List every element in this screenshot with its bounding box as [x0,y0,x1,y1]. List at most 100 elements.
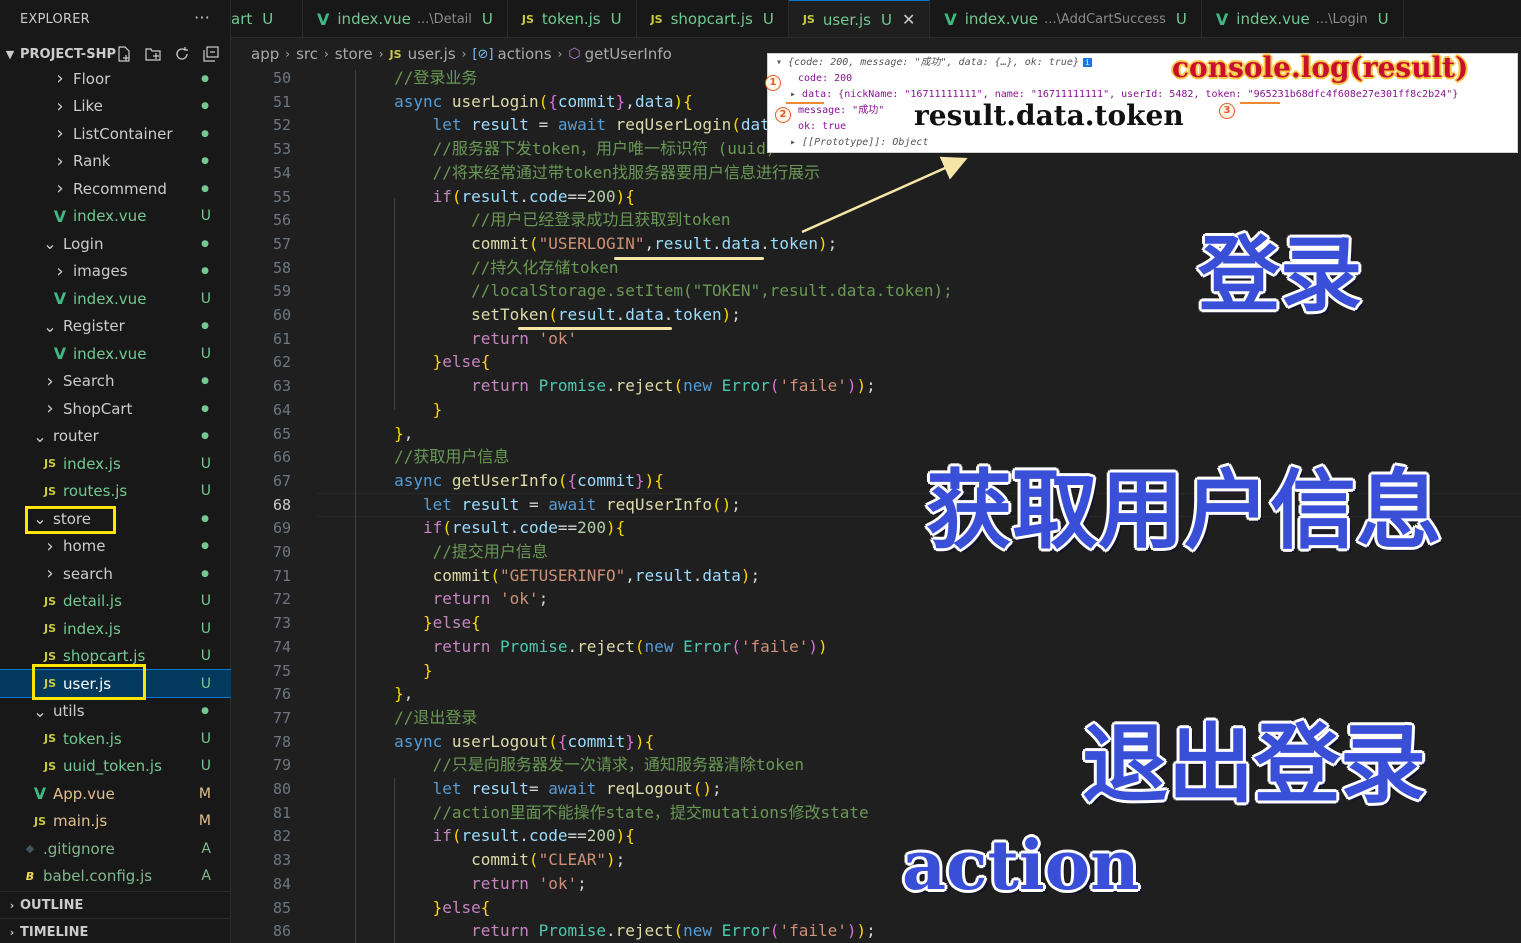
tree-item[interactable]: JS routes.js U [0,478,231,505]
tree-item[interactable]: JS uuid_token.js U [0,753,231,780]
tree-item[interactable]: JS detail.js U [0,588,231,615]
breadcrumb-src[interactable]: src [296,45,318,63]
chevron-right-icon: › [56,123,64,144]
tree-item[interactable]: JS main.js M [0,808,231,835]
editor-tab[interactable]: JS shopcart.js U [637,0,789,37]
breadcrumb-file[interactable]: user.js [408,45,456,63]
js-file-icon: JS [43,732,56,745]
vue-file-icon: V [1215,9,1229,29]
js-file-icon: JS [521,12,534,26]
editor-tab[interactable]: JS user.js U ✕ [788,0,931,37]
tree-item[interactable]: › ShopCart ● [0,395,231,422]
git-status-dot-icon: ● [201,706,209,716]
tree-item[interactable]: JS token.js U [0,725,231,752]
outline-section[interactable]: › OUTLINE [0,891,231,918]
editor-tab[interactable]: Vindex.vue ...\Login U [1202,0,1404,37]
line-number: 55 [272,187,291,206]
line-number: 50 [272,70,291,87]
chevron-right-icon: › [46,370,54,392]
tree-item[interactable]: JS user.js U [0,669,232,698]
tree-item[interactable]: JS index.js U [0,450,231,477]
timeline-section[interactable]: › TIMELINE [0,918,231,943]
tree-item[interactable]: › Recommend ● [0,175,231,202]
token-underline [518,327,672,330]
tree-item[interactable]: › Floor ● [0,65,231,92]
tree-item[interactable]: JS shopcart.js U [0,643,231,670]
new-file-icon[interactable] [115,45,132,62]
tab-git-status: U [610,10,622,28]
code-line: //只是向服务器发一次请求，通知服务器清除token [432,755,805,775]
editor-tab[interactable]: JS token.js U [508,0,637,37]
console-log-label: console.log(result) [1172,51,1469,84]
code-line: return Promise.reject(new Error('faile')… [471,376,876,396]
tree-item[interactable]: ⌄ Login ● [0,230,231,257]
code-line: //localStorage.setItem("TOKEN",result.da… [471,281,953,301]
tree-item[interactable]: Vindex.vue U [0,285,231,312]
tree-item[interactable]: › ListContainer ● [0,120,231,147]
line-number: 67 [272,471,291,490]
code-line: setToken(result.data.token); [471,305,741,324]
tree-item[interactable]: › Like ● [0,93,231,120]
close-icon[interactable]: ✕ [902,10,915,29]
explorer-header: EXPLORER ··· [0,0,230,38]
collapse-all-icon[interactable] [202,45,219,62]
tree-item[interactable]: V App.vue M [0,780,231,807]
chevron-right-icon: › [56,150,64,172]
editor-tab[interactable]: art U [231,0,303,37]
tree-item[interactable]: Vindex.vue U [0,340,231,367]
line-number: 57 [272,234,291,253]
js-file-icon: JS [802,13,815,26]
console-line-object: ▾ {code: 200, message: "成功", data: {…}, … [776,56,1092,70]
tree-item-label: routes.js [63,482,128,500]
action-overlay-title: action [902,826,1140,906]
breadcrumb-method[interactable]: getUserInfo [585,45,672,63]
code-line: }else{ [422,613,481,633]
tree-item-label: uuid_token.js [63,757,162,775]
code-line: async userLogin({commit},data){ [394,91,693,111]
tree-item[interactable]: ⌄ router ● [0,423,231,450]
breadcrumb-store[interactable]: store [335,45,373,63]
breadcrumb-app[interactable]: app [251,45,279,63]
git-status-dot-icon: ● [201,403,209,414]
new-folder-icon[interactable] [144,45,161,62]
tab-path: ...\AddCartSuccess [1044,11,1166,27]
tree-item-label: user.js [63,674,112,693]
chevron-down-icon: ⌄ [33,426,47,446]
tree-item[interactable]: › Search ● [0,368,231,395]
code-line: //action里面不能操作state，提交mutations修改state [432,802,869,822]
tree-item[interactable]: ⌄ Register ● [0,313,231,340]
tree-item[interactable]: JS index.js U [0,615,231,642]
chevron-right-icon: › [461,47,467,61]
tree-item[interactable]: › search ● [0,560,231,587]
code-line: }else{ [432,897,491,917]
chevron-right-icon: › [56,68,64,89]
tree-item[interactable]: Vindex.vue U [0,203,231,230]
code-line: //持久化存储token [471,257,619,277]
js-file-icon: JS [650,12,663,26]
line-number: 81 [272,803,291,822]
git-status-badge: U [200,483,211,499]
tab-label: token.js [541,10,601,28]
explorer-title: EXPLORER [20,11,90,27]
tree-item[interactable]: ⌄ store ● [0,505,231,532]
tree-item[interactable]: ◆ .gitignore A [0,835,231,862]
tree-item[interactable]: ⌄ utils ● [0,698,231,725]
info-icon: i [1082,57,1092,67]
tree-item[interactable]: Bbabel.config.js A [0,863,231,890]
vue-file-icon: V [53,206,67,226]
line-number: 63 [272,377,291,396]
chevron-right-icon: › [9,925,15,939]
editor-tab[interactable]: Vindex.vue ...\AddCartSuccess U [930,0,1202,37]
chevron-right-icon: › [56,178,64,199]
editor-tab[interactable]: Vindex.vue ...\Detail U [303,0,508,37]
tree-item[interactable]: › Rank ● [0,148,231,175]
tree-item-label: .gitignore [43,839,115,858]
tree-item[interactable]: › images ● [0,258,231,285]
code-line: if(result.code==200){ [432,186,635,206]
git-status-dot-icon: ● [201,568,209,579]
tree-item[interactable]: › home ● [0,533,231,560]
breadcrumb-actions[interactable]: actions [498,45,552,63]
chevron-right-icon: › [56,260,64,282]
refresh-icon[interactable] [173,45,190,62]
more-actions-icon[interactable]: ··· [194,8,210,27]
